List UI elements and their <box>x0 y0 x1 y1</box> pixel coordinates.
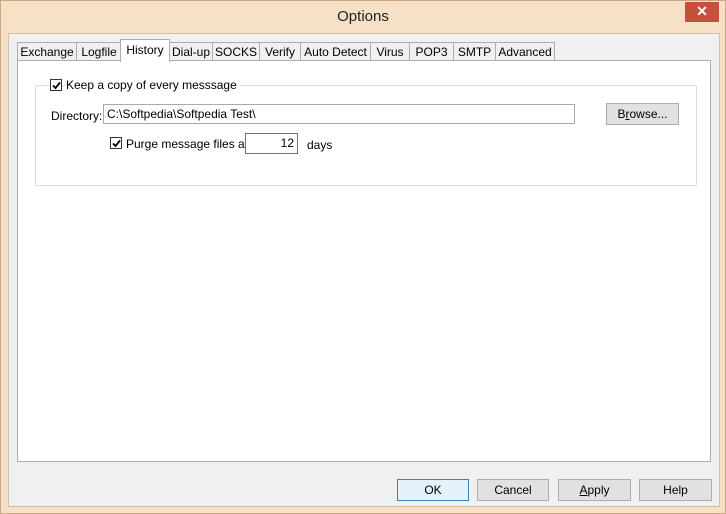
tab-advanced[interactable]: Advanced <box>495 42 555 61</box>
browse-label-start: B <box>617 107 626 121</box>
purge-label[interactable]: Purge message files after <box>126 137 262 151</box>
options-window: Options ✕ Exchange Logfile History Dial-… <box>0 0 726 514</box>
cancel-button[interactable]: Cancel <box>477 479 549 501</box>
keep-copy-label[interactable]: Keep a copy of every messsage <box>66 78 240 92</box>
apply-button[interactable]: Apply <box>558 479 631 501</box>
purge-days-input[interactable]: 12 <box>245 133 298 154</box>
apply-label-rest: pply <box>587 483 610 497</box>
history-groupbox <box>35 85 697 186</box>
ok-button[interactable]: OK <box>397 479 469 501</box>
purge-checkbox[interactable] <box>110 137 122 149</box>
checkmark-icon <box>52 81 61 90</box>
browse-button[interactable]: Browse... <box>606 103 679 125</box>
tab-auto-detect[interactable]: Auto Detect <box>300 42 371 61</box>
history-panel: Keep a copy of every messsage Directory:… <box>17 60 711 462</box>
tab-exchange[interactable]: Exchange <box>17 42 77 61</box>
dialog-client: Exchange Logfile History Dial-up SOCKS V… <box>8 33 720 507</box>
directory-input[interactable]: C:\Softpedia\Softpedia Test\ <box>103 104 575 124</box>
tab-virus[interactable]: Virus <box>370 42 410 61</box>
help-button[interactable]: Help <box>639 479 712 501</box>
tab-history[interactable]: History <box>120 39 170 62</box>
tab-verify[interactable]: Verify <box>259 42 301 61</box>
tab-dial-up[interactable]: Dial-up <box>169 42 213 61</box>
close-button[interactable]: ✕ <box>685 2 719 22</box>
directory-label: Directory: <box>51 109 103 123</box>
checkmark-icon <box>112 139 121 148</box>
window-title: Options <box>337 8 389 25</box>
tab-logfile[interactable]: Logfile <box>76 42 122 61</box>
tab-socks[interactable]: SOCKS <box>212 42 260 61</box>
tab-strip: Exchange Logfile History Dial-up SOCKS V… <box>17 39 717 62</box>
close-icon: ✕ <box>696 3 708 19</box>
apply-label-mnemonic: A <box>579 483 588 497</box>
tab-pop3[interactable]: POP3 <box>409 42 454 61</box>
tab-smtp[interactable]: SMTP <box>453 42 496 61</box>
keep-copy-checkbox[interactable] <box>50 79 62 91</box>
browse-label-end: owse... <box>629 107 668 121</box>
days-label: days <box>307 138 333 152</box>
title-bar[interactable]: Options ✕ <box>1 1 725 33</box>
